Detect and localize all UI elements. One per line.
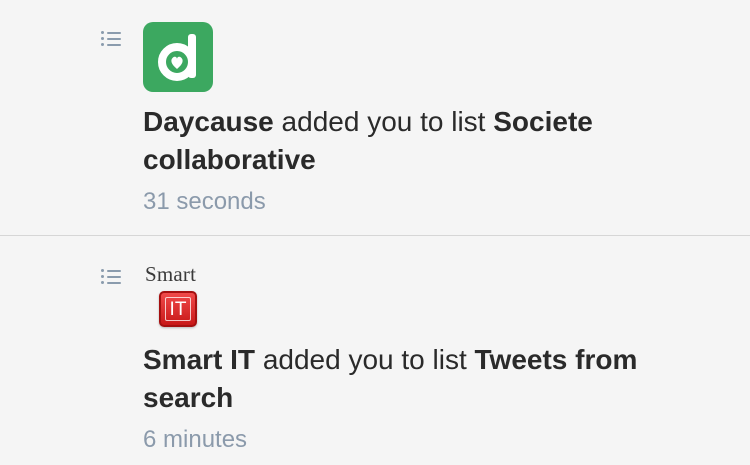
it-badge: IT — [159, 291, 197, 327]
notifications-feed: Daycause added you to list Societe colla… — [0, 0, 750, 465]
daycause-logo-icon — [158, 34, 196, 81]
notification-message: Smart IT added you to list Tweets from s… — [143, 341, 703, 417]
timestamp: 6 minutes — [143, 426, 248, 453]
smart-it-avatar[interactable]: Smart IT — [143, 261, 213, 331]
notification-item[interactable]: Daycause added you to list Societe colla… — [0, 0, 750, 236]
divider — [0, 235, 750, 236]
it-badge-label: IT — [165, 297, 191, 321]
notification-item[interactable]: Smart IT Smart IT added you to list Twee… — [0, 237, 750, 465]
actor-name[interactable]: Smart IT — [143, 344, 255, 375]
action-text: added you to list — [262, 344, 467, 375]
timestamp: 31 seconds — [143, 188, 266, 215]
logo-wordmark: Smart — [145, 262, 197, 286]
notification-message: Daycause added you to list Societe colla… — [143, 103, 703, 179]
actor-name[interactable]: Daycause — [143, 106, 274, 137]
daycause-avatar[interactable] — [143, 22, 213, 92]
action-text: added you to list — [281, 106, 486, 137]
list-icon — [101, 268, 123, 284]
list-icon — [101, 30, 123, 46]
